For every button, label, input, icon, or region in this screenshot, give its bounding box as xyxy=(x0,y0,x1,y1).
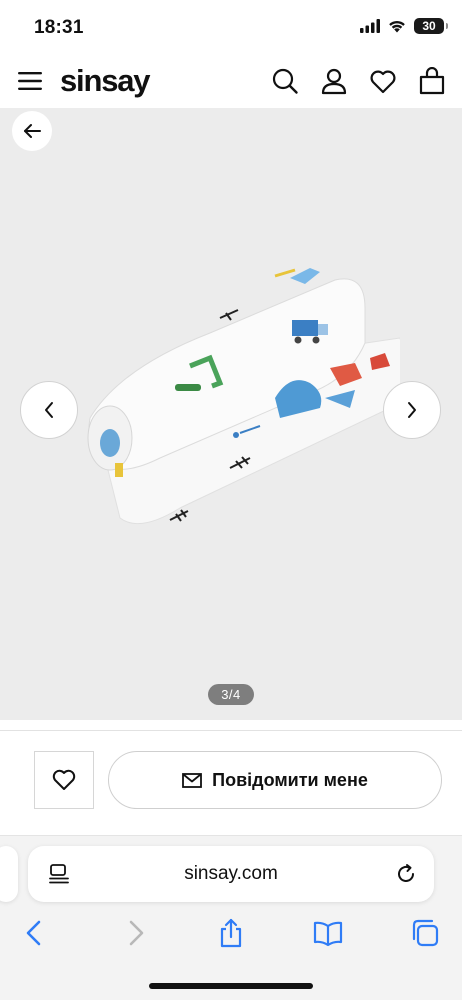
previous-image-button[interactable] xyxy=(20,381,78,439)
bag-icon[interactable] xyxy=(418,67,446,95)
signal-icon xyxy=(360,19,380,33)
chevron-left-icon xyxy=(45,402,53,418)
add-to-wishlist-button[interactable] xyxy=(34,751,94,809)
site-header: sinsay xyxy=(0,56,462,108)
chevron-right-icon xyxy=(408,402,416,418)
home-indicator xyxy=(149,983,313,989)
bookmarks-icon[interactable] xyxy=(313,918,343,948)
reload-icon[interactable] xyxy=(394,862,418,886)
next-image-button[interactable] xyxy=(383,381,441,439)
account-icon[interactable] xyxy=(320,67,348,95)
back-button[interactable] xyxy=(12,111,52,151)
divider xyxy=(0,730,462,731)
status-bar: 18:31 30 xyxy=(0,0,462,56)
wifi-icon xyxy=(389,20,405,33)
arrow-left-icon xyxy=(24,124,41,138)
status-time: 18:31 xyxy=(34,17,84,38)
brand-logo[interactable]: sinsay xyxy=(60,63,151,99)
notify-me-button[interactable]: Повідомити мене xyxy=(108,751,442,809)
notify-me-label: Повідомити мене xyxy=(212,769,368,790)
status-icons: 30 xyxy=(360,18,448,34)
forward-nav-icon[interactable] xyxy=(120,918,150,948)
heart-icon xyxy=(52,769,76,790)
share-icon[interactable] xyxy=(216,918,246,948)
back-nav-icon[interactable] xyxy=(20,918,50,948)
heart-icon[interactable] xyxy=(369,67,397,95)
product-gallery[interactable]: 3/4 xyxy=(0,108,462,720)
search-icon[interactable] xyxy=(271,67,299,95)
battery-level: 30 xyxy=(422,19,436,33)
tabs-icon[interactable] xyxy=(410,918,440,948)
battery-icon: 30 xyxy=(414,18,448,34)
previous-tab-preview[interactable] xyxy=(0,846,18,902)
address-bar[interactable]: sinsay.com xyxy=(28,846,434,902)
menu-icon[interactable] xyxy=(18,70,42,92)
url-text: sinsay.com xyxy=(184,863,278,884)
image-counter: 3/4 xyxy=(208,684,254,705)
mail-icon xyxy=(182,772,203,788)
browser-toolbar: sinsay.com xyxy=(0,835,462,1000)
product-image xyxy=(87,268,400,525)
